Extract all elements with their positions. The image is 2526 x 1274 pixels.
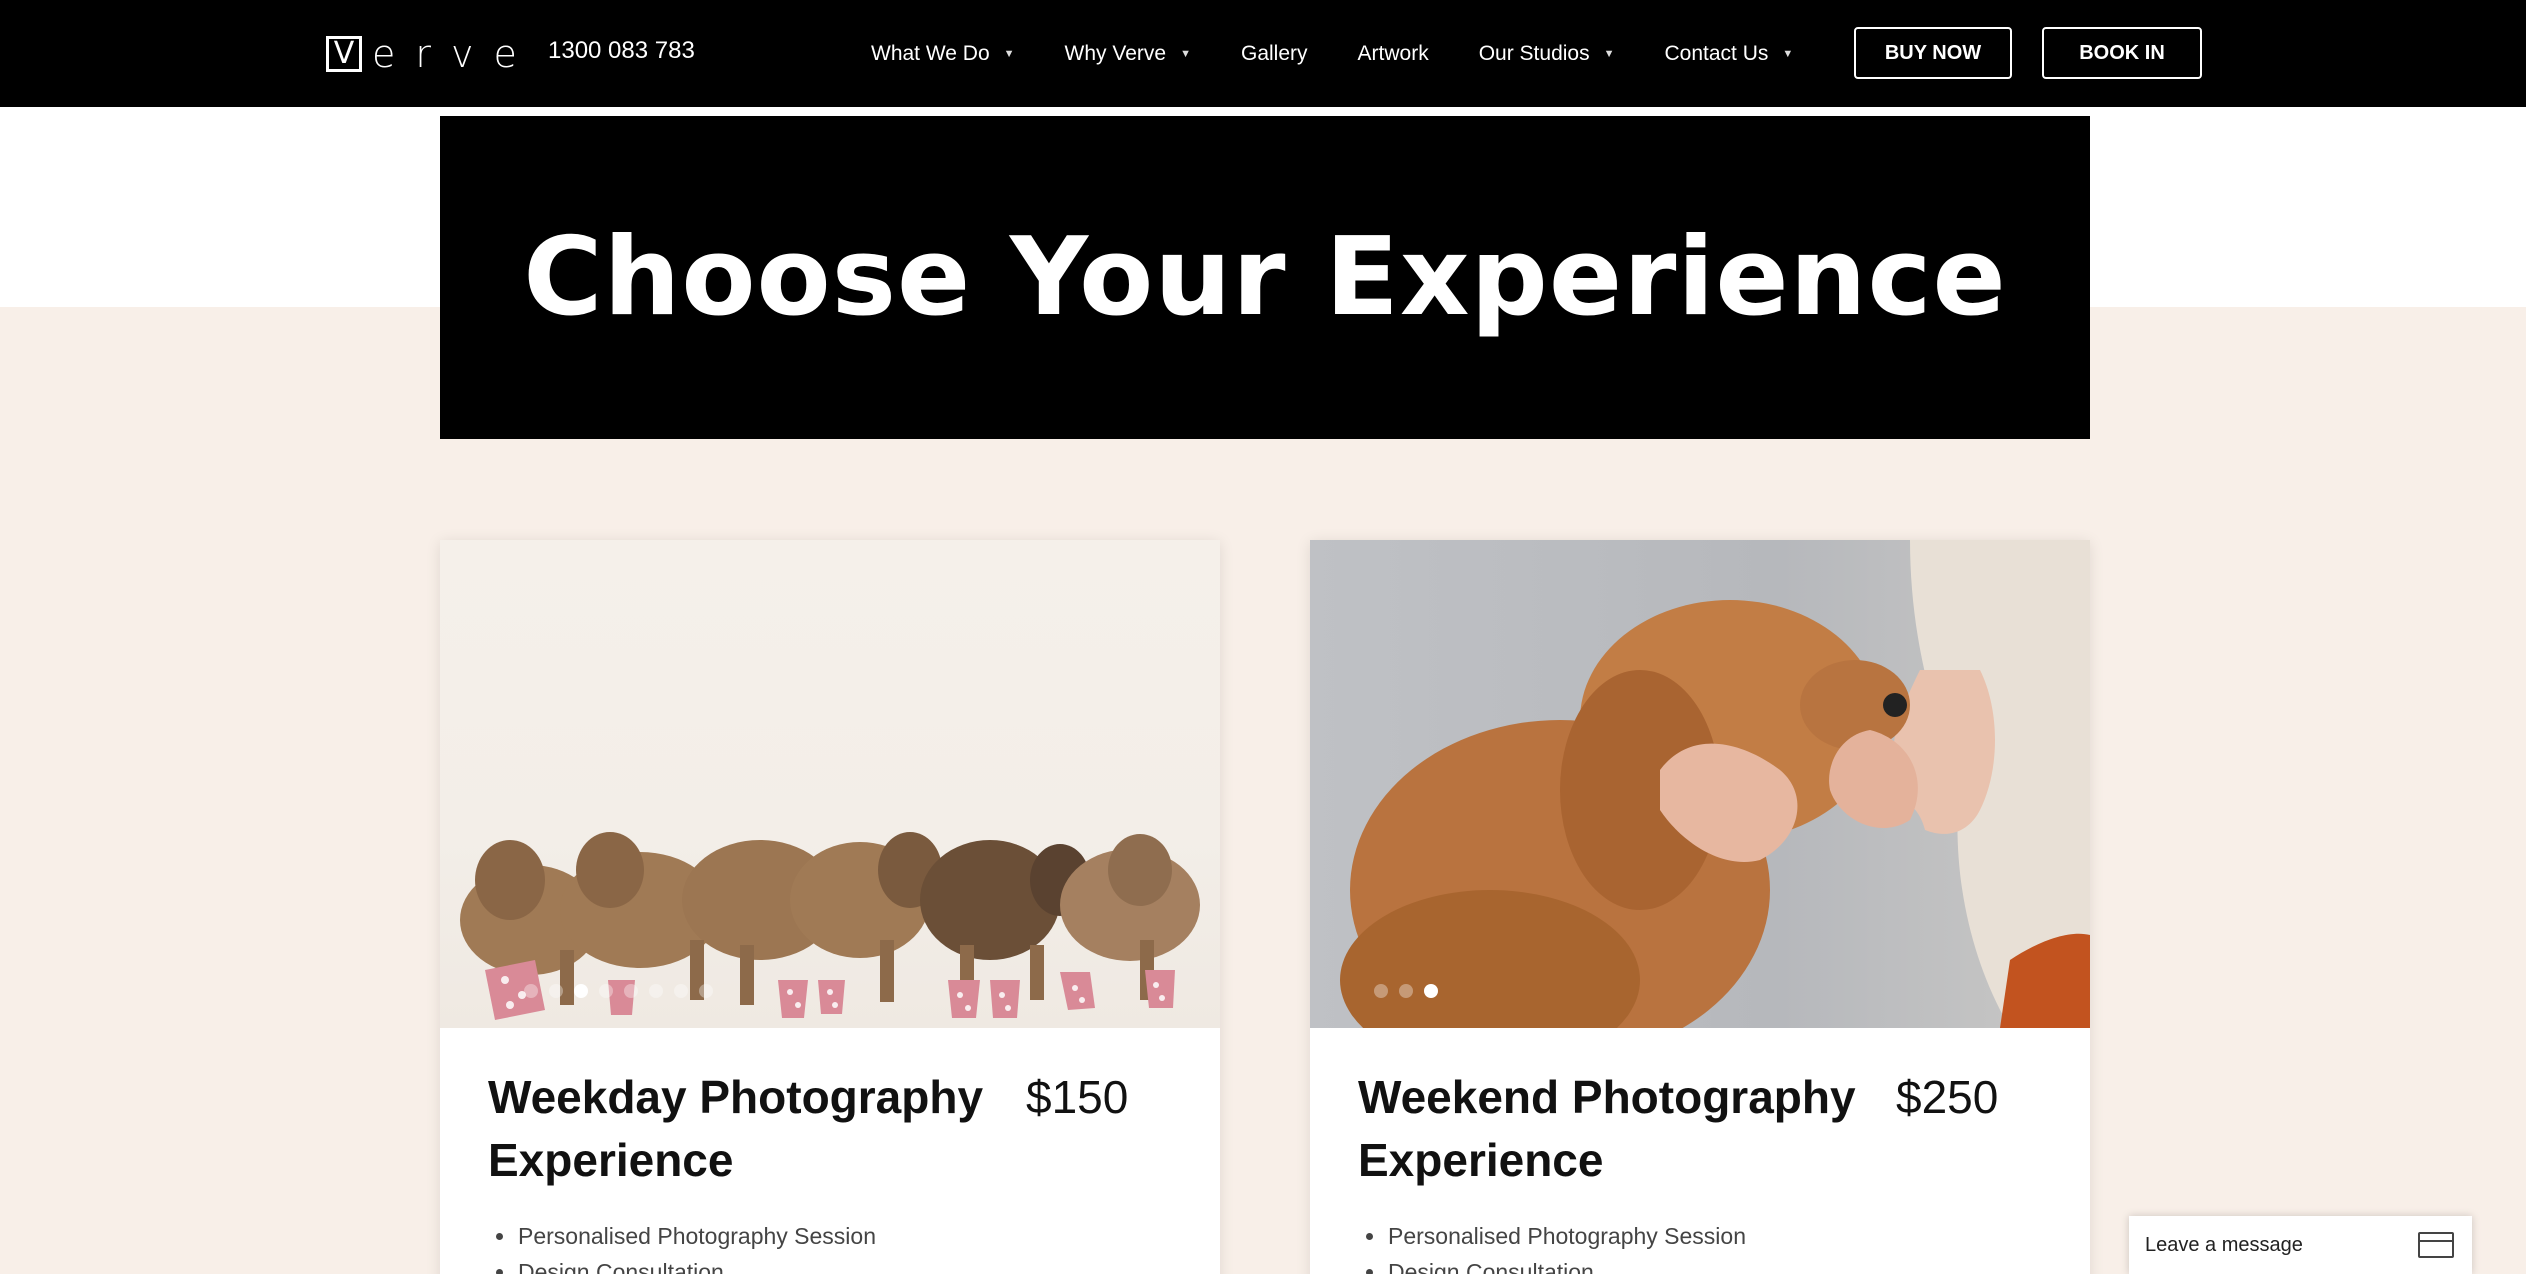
nav-our-studios[interactable]: Our Studios ▼ <box>1479 42 1615 66</box>
weekend-experience-card[interactable]: Weekend Photography Experience $250 Pers… <box>1310 540 2090 1274</box>
feature-item: Design Consultation <box>1358 1254 2042 1274</box>
nav-gallery[interactable]: Gallery <box>1241 42 1308 66</box>
carousel-dot[interactable] <box>1399 984 1413 998</box>
card-title: Weekend Photography Experience <box>1358 1071 1856 1186</box>
logo-v-box: V <box>326 36 362 72</box>
carousel-dot[interactable] <box>674 984 688 998</box>
caret-down-icon: ▼ <box>1003 47 1015 60</box>
message-icon <box>2418 1232 2454 1258</box>
carousel-dot[interactable] <box>524 984 538 998</box>
nav-label: Our Studios <box>1478 41 1590 65</box>
nav-label: Contact Us <box>1664 41 1769 65</box>
buy-now-button[interactable]: BUY NOW <box>1854 27 2012 79</box>
caret-down-icon: ▼ <box>1782 47 1794 60</box>
feature-list: Personalised Photography Session Design … <box>488 1218 1172 1274</box>
carousel-dot[interactable] <box>549 984 563 998</box>
carousel-dots <box>524 984 724 998</box>
section-background <box>0 307 2526 1274</box>
logo-wordmark: erve <box>372 32 537 76</box>
carousel-dot[interactable] <box>649 984 663 998</box>
nav-label: Artwork <box>1357 41 1429 65</box>
card-body: Weekend Photography Experience $250 Pers… <box>1310 1028 2090 1274</box>
feature-item: Personalised Photography Session <box>1358 1218 2042 1254</box>
leave-message-widget[interactable]: Leave a message <box>2129 1216 2472 1274</box>
dog-kiss-photo[interactable] <box>1310 540 2090 1028</box>
carousel-dot-active[interactable] <box>1424 984 1438 998</box>
carousel-dots <box>1374 984 1449 998</box>
puppies-illustration <box>460 832 1200 1020</box>
card-price: $150 <box>1026 1071 1129 1123</box>
card-body: Weekday Photography Experience $150 Pers… <box>440 1028 1220 1274</box>
phone-number[interactable]: 1300 083 783 <box>548 37 695 65</box>
card-title: Weekday Photography Experience <box>488 1071 984 1186</box>
carousel-dot-active[interactable] <box>574 984 588 998</box>
hero-banner: Choose Your Experience <box>440 116 2090 439</box>
nav-contact-us[interactable]: Contact Us ▼ <box>1664 42 1793 66</box>
page-title: Choose Your Experience <box>523 215 2007 340</box>
weekday-experience-card[interactable]: Weekday Photography Experience $150 Pers… <box>440 540 1220 1274</box>
feature-list: Personalised Photography Session Design … <box>1358 1218 2042 1274</box>
nav-what-we-do[interactable]: What We Do ▼ <box>871 42 1015 66</box>
nav-label: Why Verve <box>1064 41 1167 65</box>
verve-logo[interactable]: V erve <box>326 32 537 76</box>
carousel-dot[interactable] <box>599 984 613 998</box>
feature-item: Design Consultation <box>488 1254 1172 1274</box>
carousel-dot[interactable] <box>624 984 638 998</box>
card-price: $250 <box>1896 1071 1999 1123</box>
nav-label: Gallery <box>1240 41 1308 65</box>
puppies-photo[interactable] <box>440 540 1220 1028</box>
caret-down-icon: ▼ <box>1603 47 1615 60</box>
nav-label: What We Do <box>871 41 990 65</box>
nav-why-verve[interactable]: Why Verve ▼ <box>1065 42 1191 66</box>
carousel-dot[interactable] <box>1374 984 1388 998</box>
site-header: V erve 1300 083 783 What We Do ▼ Why Ver… <box>0 0 2526 107</box>
nav-artwork[interactable]: Artwork <box>1358 42 1429 66</box>
feature-item: Personalised Photography Session <box>488 1218 1172 1254</box>
main-nav: What We Do ▼ Why Verve ▼ Gallery Artwork… <box>871 0 1843 107</box>
dog-kiss-illustration <box>1340 540 2090 1028</box>
caret-down-icon: ▼ <box>1180 47 1191 60</box>
book-in-button[interactable]: BOOK IN <box>2042 27 2202 79</box>
carousel-dot[interactable] <box>699 984 713 998</box>
chat-label: Leave a message <box>2145 1233 2303 1256</box>
